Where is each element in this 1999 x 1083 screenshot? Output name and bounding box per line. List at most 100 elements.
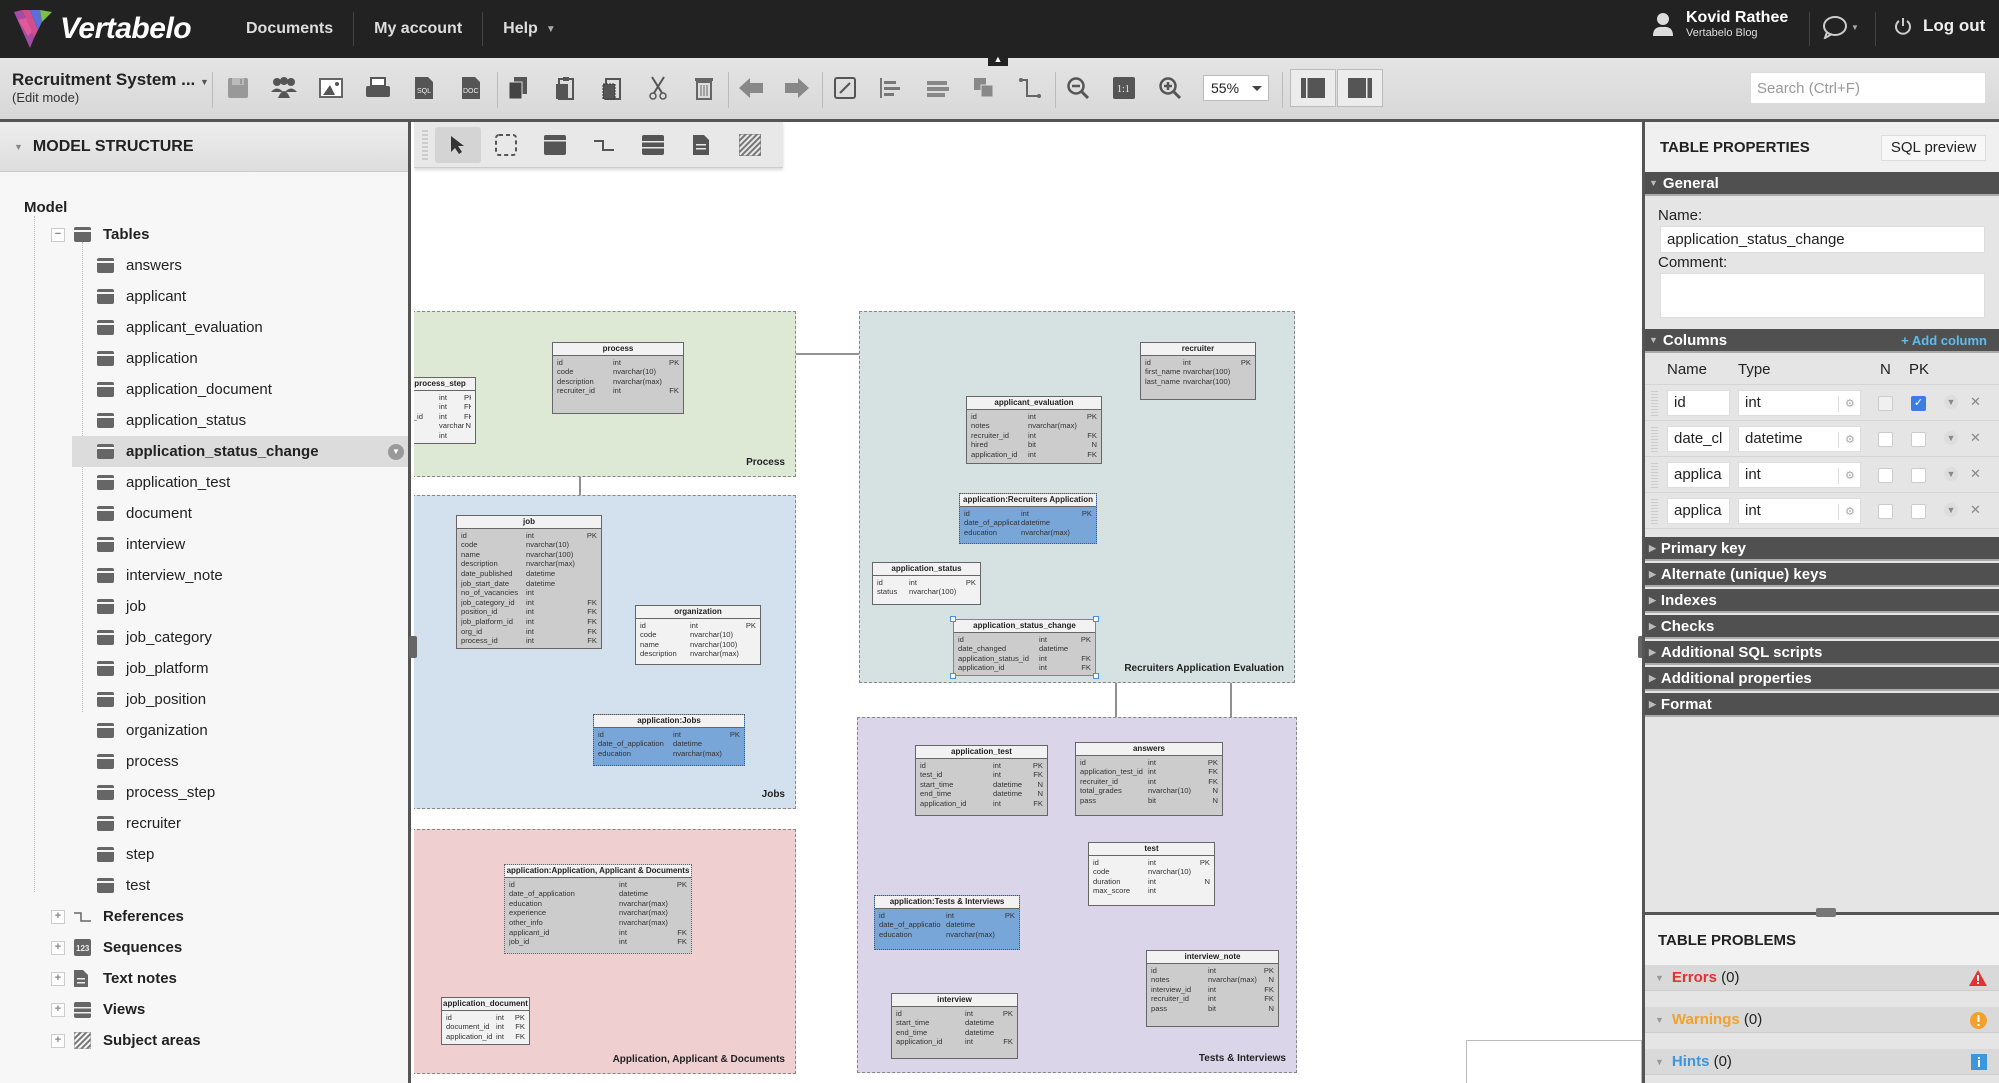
print-button[interactable]	[360, 70, 396, 106]
text-note[interactable]	[1466, 1040, 1642, 1083]
tree-table-item[interactable]: answers	[97, 250, 182, 281]
sql-preview-button[interactable]: SQL preview	[1881, 135, 1986, 161]
tree-table-item[interactable]: job_position	[97, 684, 206, 715]
reference-route-button[interactable]	[1012, 70, 1048, 106]
nullable-checkbox[interactable]	[1878, 432, 1893, 447]
tree-table-item[interactable]: recruiter	[97, 808, 181, 839]
section-general[interactable]: ▼ General	[1645, 172, 1999, 196]
distribute-button[interactable]	[920, 70, 956, 106]
expand-icon[interactable]: +	[51, 971, 65, 986]
table-answers[interactable]: answers id int PK application_test_id int FK re…	[1075, 742, 1223, 816]
table-test[interactable]: test id int PK code nvarchar(10) duration int Nm…	[1088, 842, 1215, 906]
collapse-icon[interactable]: −	[51, 227, 65, 242]
table-recruiter[interactable]: recruiter id int PK first_name nvarchar(100) l…	[1140, 342, 1256, 400]
tree-table-item[interactable]: organization	[97, 715, 208, 746]
tree-table-item[interactable]: application	[97, 343, 198, 374]
delete-column-icon[interactable]: ✕	[1970, 394, 1981, 410]
delete-button[interactable]	[686, 70, 722, 106]
section-collapsed[interactable]: ▶ Indexes	[1645, 589, 1999, 613]
user-menu[interactable]: Kovid Rathee Vertabelo Blog	[1652, 9, 1788, 39]
expand-icon[interactable]: +	[51, 940, 65, 955]
nav-help[interactable]: Help	[503, 20, 538, 38]
column-type-input[interactable]: int	[1738, 390, 1861, 416]
column-name-input[interactable]: applica	[1667, 498, 1730, 524]
expand-icon[interactable]: +	[51, 909, 65, 924]
tree-table-item[interactable]: document	[97, 498, 192, 529]
left-panel-resize-handle[interactable]	[409, 636, 417, 658]
section-collapsed[interactable]: ▶ Additional properties	[1645, 667, 1999, 691]
tree-table-item[interactable]: interview_note	[97, 560, 223, 591]
tree-group-item[interactable]: + References	[51, 901, 184, 932]
item-menu-icon[interactable]: ▼	[388, 443, 404, 460]
export-image-button[interactable]	[313, 70, 349, 106]
selection-handle[interactable]	[950, 673, 956, 679]
save-button[interactable]	[220, 70, 256, 106]
toggle-right-panel-button[interactable]	[1337, 69, 1383, 107]
section-collapsed[interactable]: ▶ Format	[1645, 693, 1999, 717]
select-tool[interactable]	[435, 127, 481, 163]
undo-button[interactable]	[733, 70, 769, 106]
table-app-docs[interactable]: application:Application, Applicant & Doc…	[504, 864, 692, 954]
column-menu-icon[interactable]: ▼	[1944, 467, 1958, 481]
logout-button[interactable]: Log out	[1893, 16, 1985, 36]
table-app-recruiters[interactable]: application:Recruiters Application id int P…	[959, 493, 1097, 544]
column-menu-icon[interactable]: ▼	[1944, 431, 1958, 445]
table-process-step[interactable]: process_stepintPKintFKs_idintFKvarcharNi…	[414, 377, 476, 444]
model-structure-header[interactable]: ▼ MODEL STRUCTURE	[0, 122, 408, 172]
expand-icon[interactable]: +	[51, 1033, 65, 1048]
tree-table-item[interactable]: job_platform	[97, 653, 209, 684]
drag-handle[interactable]	[1651, 463, 1658, 488]
tree-table-item[interactable]: applicant	[97, 281, 186, 312]
add-text-note-tool[interactable]	[678, 127, 724, 163]
table-process[interactable]: process id int PK code nvarchar(10) descriptio…	[552, 342, 684, 414]
tree-table-item[interactable]: applicant_evaluation	[97, 312, 263, 343]
nullable-checkbox[interactable]	[1878, 468, 1893, 483]
table-interview[interactable]: interview id int PK start_time datetime end_ti…	[891, 993, 1018, 1059]
column-type-input[interactable]: datetime	[1738, 426, 1861, 452]
add-view-tool[interactable]	[630, 127, 676, 163]
toggle-left-panel-button[interactable]	[1290, 69, 1336, 107]
nullable-checkbox[interactable]	[1878, 396, 1893, 411]
tree-group-item[interactable]: +123 Sequences	[51, 932, 182, 963]
nullable-checkbox[interactable]	[1878, 504, 1893, 519]
marquee-tool[interactable]	[483, 127, 529, 163]
drag-handle[interactable]	[1651, 391, 1658, 416]
column-name-input[interactable]: id	[1667, 390, 1730, 416]
pk-checkbox[interactable]	[1911, 432, 1926, 447]
drag-handle[interactable]	[1651, 499, 1658, 524]
tree-table-item[interactable]: job_category	[97, 622, 212, 653]
zoom-in-button[interactable]	[1152, 70, 1188, 106]
section-columns[interactable]: ▼ Columns + Add column	[1645, 329, 1999, 353]
comment-textarea[interactable]	[1660, 273, 1985, 318]
bring-front-button[interactable]	[966, 70, 1002, 106]
align-button[interactable]	[873, 70, 909, 106]
column-type-input[interactable]: int	[1738, 498, 1861, 524]
zoom-level-select[interactable]: 55%	[1203, 75, 1269, 101]
zoom-out-button[interactable]	[1060, 70, 1096, 106]
gear-icon[interactable]: ⚙	[1845, 397, 1855, 410]
tree-table-item[interactable]: application_status	[97, 405, 246, 436]
tree-table-item[interactable]: application_test	[97, 467, 230, 498]
add-table-tool[interactable]	[532, 127, 578, 163]
delete-column-icon[interactable]: ✕	[1970, 466, 1981, 482]
tree-table-item[interactable]: application_document	[97, 374, 272, 405]
tree-table-item[interactable]: process	[97, 746, 179, 777]
table-organization[interactable]: organization id int PK code nvarchar(10) name n…	[635, 605, 761, 665]
column-name-input[interactable]: applica	[1667, 462, 1730, 488]
section-collapsed[interactable]: ▶ Primary key	[1645, 537, 1999, 561]
tree-group-item[interactable]: + Views	[51, 994, 145, 1025]
delete-column-icon[interactable]: ✕	[1970, 502, 1981, 518]
column-menu-icon[interactable]: ▼	[1944, 395, 1958, 409]
table-app-tests[interactable]: application:Tests & Interviews id int PK dat…	[874, 895, 1020, 950]
tree-table-item[interactable]: step	[97, 839, 154, 870]
tree-tables[interactable]: − Tables	[51, 219, 149, 250]
document-title-menu[interactable]: Recruitment System ... ▼ (Edit mode)	[12, 70, 209, 105]
table-name-input[interactable]: application_status_change	[1660, 226, 1985, 253]
drag-handle[interactable]	[1651, 427, 1658, 452]
table-app-jobs[interactable]: application:Jobs id int PK date_of_applicati…	[593, 714, 745, 766]
copy-button[interactable]	[500, 70, 536, 106]
gear-icon[interactable]: ⚙	[1845, 433, 1855, 446]
tree-table-item[interactable]: process_step	[97, 777, 215, 808]
redo-button[interactable]	[779, 70, 815, 106]
selection-handle[interactable]	[1093, 616, 1099, 622]
